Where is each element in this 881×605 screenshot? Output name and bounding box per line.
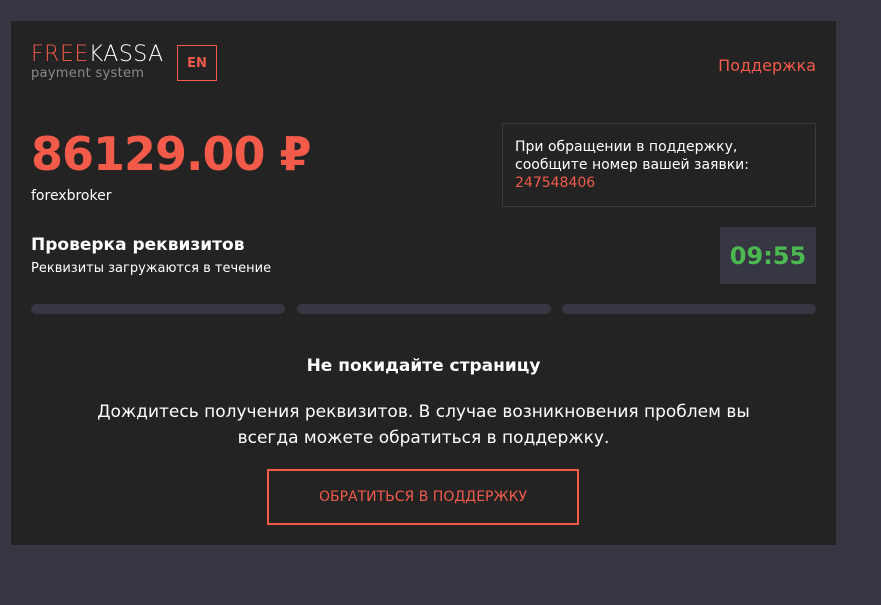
language-button[interactable]: EN [177, 45, 217, 81]
logo-free-text: FREE [31, 42, 89, 67]
progress-segment [562, 304, 816, 314]
notice-line-2: сообщите номер вашей заявки: [515, 157, 749, 173]
warning-title: Не покидайте страницу [306, 356, 541, 376]
check-title: Проверка реквизитов [31, 235, 245, 255]
support-notice-box: При обращении в поддержку, сообщите номе… [502, 123, 816, 207]
freekassa-logo: FREEKASSA payment system [31, 43, 164, 81]
payment-amount: 86129.00 ₽ [31, 127, 312, 181]
progress-bar [31, 304, 816, 314]
order-id: 247548406 [515, 175, 596, 191]
countdown-timer: 09:55 [720, 227, 816, 284]
contact-support-button[interactable]: ОБРАТИТЬСЯ В ПОДДЕРЖКУ [267, 469, 579, 525]
progress-segment [31, 304, 285, 314]
logo-kassa-text: KASSA [88, 42, 164, 67]
merchant-name: forexbroker [31, 188, 112, 204]
logo-subtitle: payment system [31, 66, 145, 81]
payment-card: FREEKASSA payment system EN Поддержка 86… [11, 21, 836, 545]
check-subtitle: Реквизиты загружаются в течение [31, 261, 272, 276]
progress-segment [296, 304, 551, 314]
warning-text: Дождитесь получения реквизитов. В случае… [97, 402, 750, 448]
support-link[interactable]: Поддержка [718, 56, 816, 75]
notice-line-1: При обращении в поддержку, [515, 139, 738, 155]
